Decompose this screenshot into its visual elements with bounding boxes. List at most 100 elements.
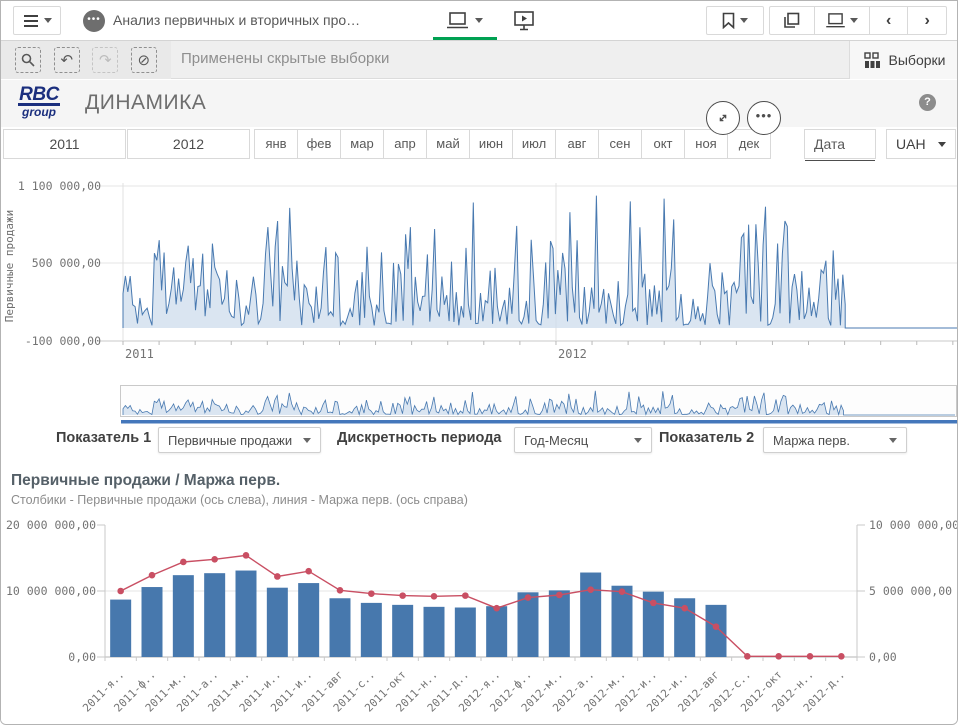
- bar-2011-ф..[interactable]: [142, 587, 163, 657]
- chevron-down-icon: [303, 438, 311, 443]
- line-point-2011-ф..[interactable]: [149, 572, 156, 579]
- bar-2011-и..[interactable]: [267, 588, 288, 657]
- bookmarks-button[interactable]: [707, 7, 763, 34]
- clear-selections-button[interactable]: ⊘: [131, 47, 157, 73]
- selections-tool-icon: [864, 52, 881, 68]
- selection-bar: ↶ ↷ ⊘ Применены скрытые выборки Выборки: [1, 41, 958, 79]
- line-point-2011-н..[interactable]: [431, 593, 438, 600]
- indicator1-dropdown[interactable]: Первичные продажи: [158, 427, 321, 453]
- duplicate-sheet-button[interactable]: [770, 7, 814, 34]
- line-point-2011-д..[interactable]: [462, 592, 469, 599]
- currency-dropdown[interactable]: UAH: [886, 129, 956, 159]
- expand-chart-button[interactable]: [706, 101, 740, 135]
- bar-2012-м..[interactable]: [549, 590, 570, 657]
- line-point-2012-и..[interactable]: [650, 600, 657, 607]
- bar-2011-авг[interactable]: [330, 598, 351, 657]
- year-filter-2011[interactable]: 2011: [3, 129, 126, 159]
- line-point-2012-окт[interactable]: [775, 653, 782, 660]
- combo-chart[interactable]: 20 000 000,0010 000 000,000,0010 000 000…: [1, 513, 958, 725]
- time-navigator[interactable]: [1, 384, 958, 426]
- area-chart-svg: 1 100 000,00500 000,00-100 000,002011201…: [1, 161, 958, 381]
- bar-2012-я..[interactable]: [486, 606, 507, 657]
- month-filter-фев[interactable]: фев: [297, 129, 341, 159]
- storytelling-button[interactable]: [513, 10, 537, 32]
- line-point-2012-и..[interactable]: [681, 605, 688, 612]
- bar-2011-я..[interactable]: [110, 600, 131, 657]
- line-point-2011-м..[interactable]: [243, 552, 250, 559]
- navigator-svg: [1, 384, 958, 426]
- next-sheet-button[interactable]: ›: [908, 7, 946, 34]
- date-filter-field[interactable]: Дата: [804, 129, 876, 159]
- y-tick-label: 500 000,00: [32, 256, 101, 270]
- bar-2012-м..[interactable]: [612, 586, 633, 657]
- line-point-2012-д..[interactable]: [838, 653, 845, 660]
- bar-2012-а..[interactable]: [580, 573, 601, 657]
- sheet-view-button[interactable]: [433, 1, 497, 40]
- app-thumbnail-icon[interactable]: •••: [83, 10, 105, 32]
- line-point-2012-м..[interactable]: [556, 592, 563, 599]
- bar-2011-н..[interactable]: [424, 607, 445, 657]
- app-title[interactable]: Анализ первичных и вторичных про…: [113, 12, 360, 28]
- bar-2011-м..[interactable]: [173, 575, 194, 657]
- bar-2011-и..[interactable]: [298, 583, 319, 657]
- expand-icon: [714, 109, 732, 127]
- line-point-2012-а..[interactable]: [587, 586, 594, 593]
- selections-tool-button[interactable]: Выборки: [849, 41, 958, 79]
- redo-selection-button[interactable]: ↷: [92, 47, 118, 73]
- global-menu-button[interactable]: [13, 6, 61, 35]
- bar-2011-с..[interactable]: [361, 603, 382, 657]
- bar-2012-ф..[interactable]: [518, 592, 539, 657]
- line-point-2012-м..[interactable]: [619, 588, 626, 595]
- line-point-2012-я..[interactable]: [493, 605, 500, 612]
- month-filter-сен[interactable]: сен: [598, 129, 642, 159]
- line-point-2012-н..[interactable]: [807, 653, 814, 660]
- help-button[interactable]: ?: [919, 94, 936, 111]
- line-point-2012-с..[interactable]: [744, 653, 751, 660]
- chevron-down-icon: [889, 438, 897, 443]
- month-filter-авг[interactable]: авг: [555, 129, 599, 159]
- month-filter-июл[interactable]: июл: [512, 129, 556, 159]
- line-point-2011-авг[interactable]: [337, 587, 344, 594]
- line-point-2011-я..[interactable]: [117, 588, 124, 595]
- indicator2-dropdown[interactable]: Маржа перв.: [763, 427, 907, 453]
- logo-text-top: RBC: [18, 86, 60, 106]
- month-filter-мар[interactable]: мар: [340, 129, 384, 159]
- primary-sales-area-chart[interactable]: 1 100 000,00500 000,00-100 000,002011201…: [1, 161, 958, 381]
- month-filter-окт[interactable]: окт: [641, 129, 685, 159]
- left-tick-label: 10 000 000,00: [6, 584, 96, 598]
- more-options-button[interactable]: •••: [747, 101, 781, 135]
- area-fill[interactable]: [123, 196, 957, 328]
- line-point-2011-м..[interactable]: [180, 559, 187, 566]
- chevron-down-icon: [475, 18, 483, 23]
- line-point-2011-с..[interactable]: [368, 590, 375, 597]
- hidden-selections-message: Применены скрытые выборки: [181, 50, 389, 67]
- sheet-list-button[interactable]: [814, 7, 868, 34]
- right-tick-label: 5 000 000,00: [869, 584, 952, 598]
- line-point-2011-окт[interactable]: [399, 592, 406, 599]
- previous-sheet-button[interactable]: ‹: [870, 7, 908, 34]
- smart-search-button[interactable]: [15, 47, 41, 73]
- month-filter-янв[interactable]: янв: [254, 129, 298, 159]
- undo-selection-button[interactable]: ↶: [54, 47, 80, 73]
- bar-2011-окт[interactable]: [392, 605, 413, 657]
- bar-2012-авг[interactable]: [706, 605, 727, 657]
- chevron-down-icon: [44, 18, 52, 23]
- month-filter-май[interactable]: май: [426, 129, 470, 159]
- month-filter-апр[interactable]: апр: [383, 129, 427, 159]
- line-point-2011-и..[interactable]: [274, 573, 281, 580]
- bar-2011-д..[interactable]: [455, 608, 476, 658]
- period-dropdown[interactable]: Год-Месяц: [514, 427, 652, 453]
- month-filter-июн[interactable]: июн: [469, 129, 513, 159]
- bar-2011-а..[interactable]: [204, 573, 225, 657]
- line-point-2012-ф..[interactable]: [525, 594, 532, 601]
- indicator2-label: Показатель 2: [659, 430, 754, 446]
- navigator-range-slider[interactable]: [121, 420, 957, 424]
- line-point-2012-авг[interactable]: [713, 623, 720, 630]
- line-point-2011-а..[interactable]: [211, 556, 218, 563]
- currency-value: UAH: [896, 136, 926, 152]
- bar-2011-м..[interactable]: [236, 571, 257, 657]
- line-point-2011-и..[interactable]: [305, 568, 312, 575]
- sheet-icon: [447, 12, 468, 29]
- year-filter-2012[interactable]: 2012: [127, 129, 250, 159]
- selection-tools: ↶ ↷ ⊘: [1, 41, 171, 79]
